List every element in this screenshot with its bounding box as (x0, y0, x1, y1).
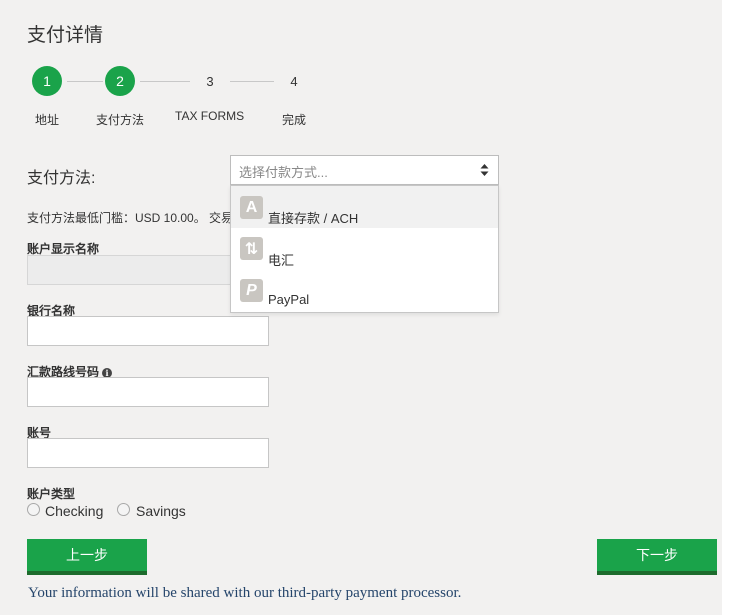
routing-number-field[interactable] (27, 377, 269, 407)
option-label: 直接存款 / ACH (268, 211, 359, 226)
paypal-icon: P (240, 279, 263, 302)
step-connector (67, 81, 103, 82)
prev-button[interactable]: 上一步 (27, 539, 147, 575)
step-2-circle: 2 (105, 66, 135, 96)
step-3-number: 3 (206, 74, 214, 89)
payment-method-placeholder: 选择付款方式... (239, 165, 328, 180)
minimum-threshold-note: 支付方法最低门槛：USD 10.00。 交易 (27, 211, 234, 225)
privacy-note: Your information will be shared with our… (28, 585, 462, 601)
savings-radio[interactable] (117, 503, 130, 516)
step-1-label: 地址 (35, 113, 60, 127)
letter-a-icon: A (240, 196, 263, 219)
payment-method-label: 支付方法: (27, 170, 96, 187)
select-arrows-icon (480, 164, 489, 176)
payment-details-panel: 支付详情 1 2 3 4 地址 支付方法 TAX FORMS 完成 支付方法: … (0, 0, 722, 615)
option-label: 电汇 (268, 253, 295, 268)
option-paypal[interactable]: P PayPal (231, 270, 498, 312)
step-connector (230, 81, 274, 82)
transfer-arrows-icon: ⇅ (240, 237, 263, 260)
payment-method-dropdown: A 直接存款 / ACH ⇅ 电汇 P PayPal (230, 185, 499, 313)
account-type-label: 账户类型 (27, 487, 76, 501)
bank-name-field[interactable] (27, 316, 269, 346)
step-1-circle: 1 (32, 66, 62, 96)
page-title: 支付详情 (27, 25, 104, 46)
option-label: PayPal (268, 292, 310, 307)
option-direct-deposit-ach[interactable]: A 直接存款 / ACH (231, 186, 498, 228)
step-3-label: TAX FORMS (175, 109, 245, 123)
payment-method-select[interactable]: 选择付款方式... (230, 155, 499, 185)
account-number-field[interactable] (27, 438, 269, 468)
step-connector (140, 81, 190, 82)
savings-label: Savings (136, 503, 186, 519)
option-wire-transfer[interactable]: ⇅ 电汇 (231, 228, 498, 270)
step-4-label: 完成 (282, 113, 307, 127)
checking-radio[interactable] (27, 503, 40, 516)
checking-label: Checking (45, 503, 104, 519)
next-button[interactable]: 下一步 (597, 539, 717, 575)
step-4-number: 4 (290, 74, 298, 89)
step-2-label: 支付方法 (96, 113, 145, 127)
